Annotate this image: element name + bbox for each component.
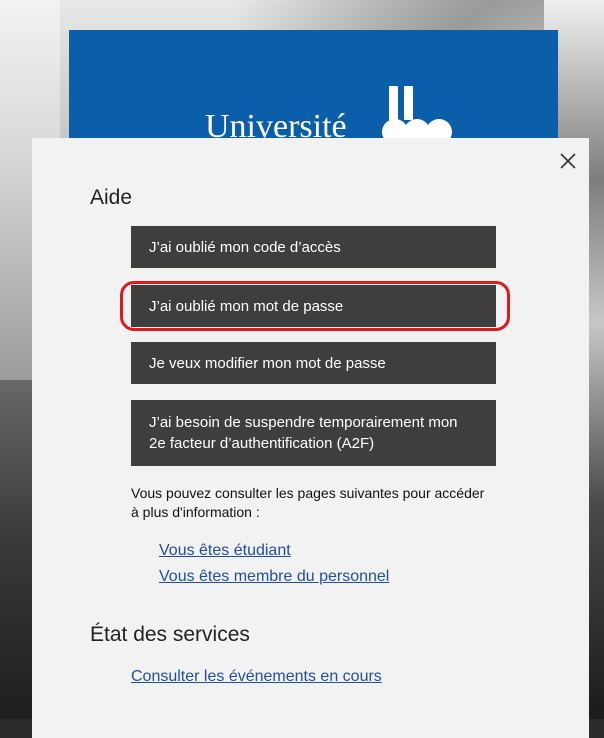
forgot-access-code-button[interactable]: J’ai oublié mon code d’accès (131, 226, 496, 268)
staff-link[interactable]: Vous êtes membre du personnel (159, 568, 389, 586)
forgot-password-button[interactable]: J’ai oublié mon mot de passe (131, 285, 496, 327)
student-link[interactable]: Vous êtes étudiant (159, 542, 291, 560)
close-icon[interactable] (557, 150, 579, 172)
info-text: Vous pouvez consulter les pages suivante… (131, 485, 485, 520)
suspend-2fa-button[interactable]: J’ai besoin de suspendre temporairement … (131, 400, 496, 466)
help-modal: Aide J’ai oublié mon code d’accès J’ai o… (32, 138, 589, 738)
status-title: État des services (90, 623, 250, 646)
status-events-link[interactable]: Consulter les événements en cours (131, 668, 382, 686)
university-name: Université (205, 108, 347, 140)
change-password-button[interactable]: Je veux modifier mon mot de passe (131, 342, 496, 384)
university-header: Université (69, 30, 558, 140)
help-title: Aide (90, 186, 133, 209)
university-logo-icon (382, 86, 452, 140)
